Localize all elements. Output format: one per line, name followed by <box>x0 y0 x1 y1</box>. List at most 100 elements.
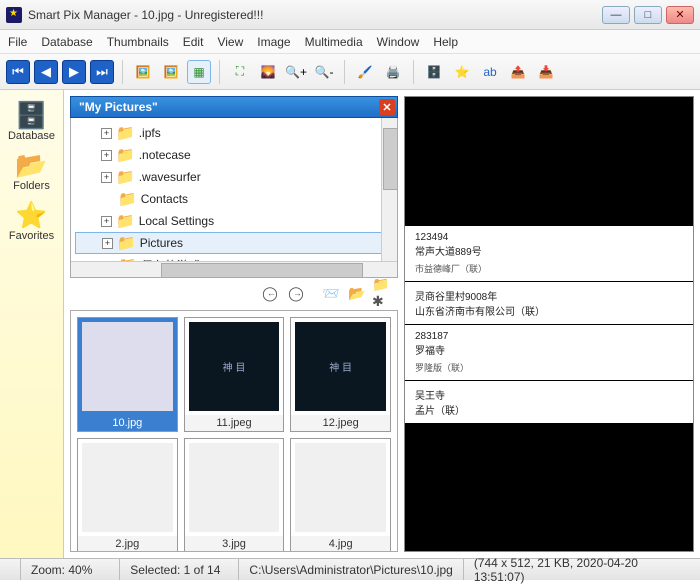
print-icon[interactable]: 🖨️ <box>381 60 405 84</box>
nav-folders[interactable]: 📂 Folders <box>4 148 60 196</box>
nav-label: Favorites <box>4 230 60 242</box>
separator <box>413 60 414 84</box>
folder-icon: 📁 <box>116 124 135 142</box>
tree-item[interactable]: + 📁 .wavesurfer <box>71 166 397 188</box>
app-icon <box>6 7 22 23</box>
folder-icon: 📁 <box>117 234 136 252</box>
expand-icon[interactable]: + <box>101 216 112 227</box>
menu-view[interactable]: View <box>217 35 243 49</box>
tree-item[interactable]: 📁保存的游戏 <box>71 254 397 261</box>
thumbs-view-icon[interactable]: ▦ <box>187 60 211 84</box>
slideshow2-icon[interactable]: 🖼️ <box>159 60 183 84</box>
thumb-label: 4.jpg <box>291 536 390 552</box>
menu-help[interactable]: Help <box>433 35 458 49</box>
status-bar: Zoom: 40% Selected: 1 of 14 C:\Users\Adm… <box>0 558 700 580</box>
tree-header: "My Pictures" ✕ <box>70 96 398 118</box>
nav-label: Database <box>4 130 60 142</box>
preview-block: 123494常声大道889号市益德峰厂（联） <box>405 226 693 281</box>
thumb-label: 3.jpg <box>185 536 284 552</box>
favorite-icon[interactable]: ⭐ <box>450 60 474 84</box>
status-zoom: Zoom: 40% <box>21 559 120 580</box>
folder-icon: 📁 <box>116 168 135 186</box>
thumb-image <box>82 322 173 411</box>
window-title: Smart Pix Manager - 10.jpg - Unregistere… <box>28 8 602 22</box>
nav-database[interactable]: 🗄️ Database <box>4 98 60 146</box>
menu-edit[interactable]: Edit <box>183 35 204 49</box>
zoom-in-icon[interactable]: 🔍+ <box>284 60 308 84</box>
tree-title: "My Pictures" <box>79 100 158 114</box>
prev-button[interactable]: ◀ <box>34 60 58 84</box>
tree-item[interactable]: +📁Local Settings <box>71 210 397 232</box>
database-icon[interactable]: 🗄️ <box>422 60 446 84</box>
minimize-button[interactable]: — <box>602 6 630 24</box>
thumb-image <box>189 443 280 532</box>
separator <box>122 60 123 84</box>
status-path: C:\Users\Administrator\Pictures\10.jpg <box>239 559 463 580</box>
zoom-out-icon[interactable]: 🔍- <box>312 60 336 84</box>
separator <box>344 60 345 84</box>
open-folder-icon[interactable]: 📂 <box>346 282 368 304</box>
edit-image-icon[interactable]: 🖌️ <box>353 60 377 84</box>
tree-item[interactable]: + 📁 Pictures <box>75 232 393 254</box>
close-button[interactable]: ✕ <box>666 6 694 24</box>
wallpaper-icon[interactable]: 🌄 <box>256 60 280 84</box>
side-nav: 🗄️ Database 📂 Folders ⭐ Favorites <box>0 90 64 558</box>
toolbar: ⏮ ◀ ▶ ⏭ 🖼️ 🖼️ ▦ ⛶ 🌄 🔍+ 🔍- 🖌️ 🖨️ 🗄️ ⭐ ab … <box>0 54 700 90</box>
separator <box>219 60 220 84</box>
import-icon[interactable]: 📥 <box>534 60 558 84</box>
tree-item-label: Pictures <box>140 236 183 250</box>
thumbnail[interactable]: 10.jpg <box>77 317 178 432</box>
preview-block: 灵商谷里村9008年山东省济南市有限公司（联） <box>405 282 693 324</box>
first-button[interactable]: ⏮ <box>6 60 30 84</box>
thumb-image: 神 目 <box>189 322 280 411</box>
next-button[interactable]: ▶ <box>62 60 86 84</box>
expand-icon[interactable]: + <box>101 128 112 139</box>
title-bar: Smart Pix Manager - 10.jpg - Unregistere… <box>0 0 700 30</box>
thumbnail[interactable]: 神 目 11.jpeg <box>184 317 285 432</box>
tree-item-label: .ipfs <box>139 126 161 140</box>
new-folder-icon[interactable]: 📁✱ <box>372 282 394 304</box>
tree-vscroll[interactable] <box>381 118 397 261</box>
menu-thumbnails[interactable]: Thumbnails <box>107 35 169 49</box>
menu-database[interactable]: Database <box>41 35 92 49</box>
folder-icon: 📁 <box>118 190 137 208</box>
back-button[interactable]: ◯← <box>258 282 280 304</box>
tree-close-button[interactable]: ✕ <box>379 99 395 115</box>
expand-icon[interactable]: + <box>101 150 112 161</box>
thumb-label: 11.jpeg <box>185 415 284 431</box>
status-selected: Selected: 1 of 14 <box>120 559 239 580</box>
tree-item[interactable]: 📁Contacts <box>71 188 397 210</box>
status-meta: (744 x 512, 21 KB, 2020-04-20 13:51:07) <box>464 559 700 580</box>
thumbnail[interactable]: 3.jpg <box>184 438 285 552</box>
slideshow-icon[interactable]: 🖼️ <box>131 60 155 84</box>
send-to-icon[interactable]: 📨 <box>320 282 342 304</box>
thumb-label: 10.jpg <box>78 415 177 431</box>
tree-item-label: .wavesurfer <box>139 170 201 184</box>
maximize-button[interactable]: □ <box>634 6 662 24</box>
menu-file[interactable]: File <box>8 35 27 49</box>
thumbnail[interactable]: 4.jpg <box>290 438 391 552</box>
middle-column: "My Pictures" ✕ +📁.ipfs+📁.notecase+📁.wav… <box>64 90 404 558</box>
mid-toolbar: ◯← ◯→ 📨 📂 📁✱ <box>64 278 404 308</box>
tree-item[interactable]: + 📁 .ipfs <box>71 122 397 144</box>
expand-icon[interactable]: + <box>101 172 112 183</box>
tree-item[interactable]: +📁.notecase <box>71 144 397 166</box>
tree-hscroll[interactable] <box>71 261 397 277</box>
forward-button[interactable]: ◯→ <box>284 282 306 304</box>
folder-tree: +📁.ipfs+📁.notecase+📁.wavesurfer📁Contacts… <box>70 118 398 278</box>
expand-icon[interactable]: + <box>102 238 113 249</box>
thumb-label: 2.jpg <box>78 536 177 552</box>
menu-image[interactable]: Image <box>257 35 290 49</box>
thumbnail[interactable]: 神 目12.jpeg <box>290 317 391 432</box>
nav-favorites[interactable]: ⭐ Favorites <box>4 198 60 246</box>
rename-icon[interactable]: ab <box>478 60 502 84</box>
tree-item-label: .notecase <box>139 148 191 162</box>
export-icon[interactable]: 📤 <box>506 60 530 84</box>
menu-window[interactable]: Window <box>377 35 420 49</box>
menu-multimedia[interactable]: Multimedia <box>305 35 363 49</box>
thumbnail[interactable]: 2.jpg <box>77 438 178 552</box>
last-button[interactable]: ⏭ <box>90 60 114 84</box>
folder-icon: 📁 <box>116 212 135 230</box>
fullscreen-icon[interactable]: ⛶ <box>228 60 252 84</box>
preview-pane: 123494常声大道889号市益德峰厂（联）灵商谷里村9008年山东省济南市有限… <box>404 96 694 552</box>
